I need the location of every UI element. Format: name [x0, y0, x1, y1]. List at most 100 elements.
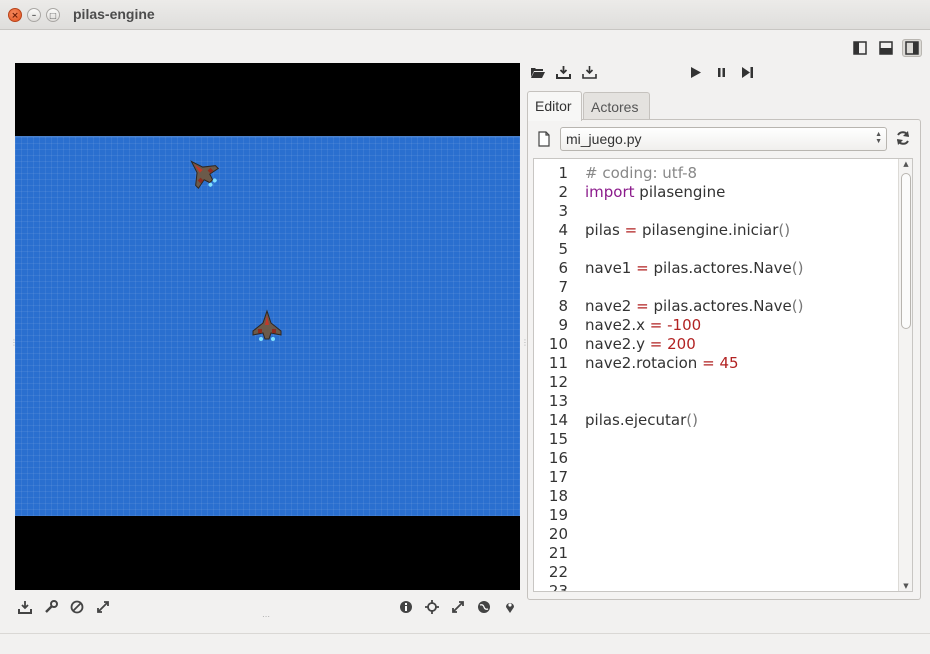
title-bar: × – □ pilas-engine: [0, 0, 930, 30]
code-token: 45: [719, 354, 739, 372]
tab-editor[interactable]: Editor: [527, 91, 582, 121]
globe-button[interactable]: [475, 598, 493, 616]
line-number: 7: [558, 278, 568, 296]
line-number: 8: [558, 297, 568, 315]
line-number-gutter: 1 2 3 4 5 6 7 8 9 10 11 12 13 14 15 16 17 18 19 20 21 22 23: [534, 159, 579, 591]
tab-actores[interactable]: Actores: [583, 92, 650, 119]
layout-left-panel-button[interactable]: [850, 39, 870, 57]
code-token: nave2: [585, 297, 637, 315]
code-token: (): [778, 221, 791, 239]
line-number: 19: [548, 506, 568, 524]
code-line[interactable]: nave2 = pilas.actores.Nave(): [585, 297, 804, 316]
save-as-button[interactable]: [579, 62, 599, 82]
line-number: 22: [548, 563, 568, 581]
location-pin-icon: [506, 603, 514, 613]
globe-icon: [478, 601, 490, 613]
code-line[interactable]: nave2.x = -100: [585, 316, 701, 335]
location-pin-button[interactable]: [501, 598, 519, 616]
pause-button[interactable]: [711, 62, 731, 82]
code-line[interactable]: pilas.ejecutar(): [585, 411, 698, 430]
file-select[interactable]: mi_juego.py ▲ ▼: [560, 127, 887, 151]
code-token: pilasengine.iniciar: [637, 221, 779, 239]
line-number: 15: [548, 430, 568, 448]
line-number: 3: [558, 202, 568, 220]
scrollbar-thumb[interactable]: [901, 173, 911, 329]
line-number: 14: [548, 411, 568, 429]
reload-icon[interactable]: [894, 129, 912, 147]
file-icon: [538, 131, 550, 147]
code-token: pilas.actores.Nave: [648, 259, 792, 277]
code-line[interactable]: import pilasengine: [585, 183, 725, 202]
file-select-value: mi_juego.py: [566, 131, 642, 147]
fullscreen-button[interactable]: [94, 598, 112, 616]
code-token: pilas.actores.Nave: [648, 297, 792, 315]
fullscreen-icon: [97, 601, 109, 613]
code-line[interactable]: pilas = pilasengine.iniciar(): [585, 221, 790, 240]
code-token: =: [636, 259, 649, 277]
minimize-window-button[interactable]: –: [27, 8, 41, 22]
line-number: 5: [558, 240, 568, 258]
line-number: 4: [558, 221, 568, 239]
code-token: (): [686, 411, 698, 429]
code-token: pilasengine: [634, 183, 726, 201]
splitter-grip[interactable]: ⋮: [10, 338, 18, 348]
close-window-button[interactable]: ×: [8, 8, 22, 22]
scroll-up-icon[interactable]: ▲: [899, 160, 912, 168]
layout-bottom-panel-icon: [879, 41, 893, 55]
code-token: =: [649, 335, 663, 353]
line-number: 9: [558, 316, 568, 334]
info-button[interactable]: [397, 598, 415, 616]
crosshair-button[interactable]: [423, 598, 441, 616]
disable-button[interactable]: [68, 598, 86, 616]
pause-icon: [717, 67, 725, 77]
line-number: 10: [548, 335, 568, 353]
line-number: 6: [558, 259, 568, 277]
code-token: nave2.rotacion: [585, 354, 703, 372]
code-line[interactable]: nave1 = pilas.actores.Nave(): [585, 259, 804, 278]
spaceship-icon[interactable]: [250, 309, 284, 343]
code-token: nave2.x: [585, 316, 650, 334]
expand-button[interactable]: [449, 598, 467, 616]
save-button[interactable]: [553, 62, 573, 82]
code-token: nave2.y: [585, 335, 650, 353]
wrench-button[interactable]: [42, 598, 60, 616]
open-folder-button[interactable]: [527, 62, 547, 82]
game-canvas[interactable]: [15, 63, 520, 590]
code-line[interactable]: nave2.y = 200: [585, 335, 696, 354]
layout-toggle-group: [850, 39, 922, 57]
code-token: =: [702, 354, 715, 372]
code-token: pilas: [585, 221, 625, 239]
code-editor[interactable]: 1 2 3 4 5 6 7 8 9 10 11 12 13 14 15 16 17 18 19 20 21 22 23 # …: [533, 158, 913, 592]
splitter-grip[interactable]: ⋮: [521, 338, 529, 348]
maximize-window-button[interactable]: □: [46, 8, 60, 22]
expand-icon: [452, 601, 464, 613]
code-token: 200: [667, 335, 696, 353]
code-token: =: [624, 221, 638, 239]
editor-scrollbar[interactable]: ▲ ▼: [898, 159, 912, 591]
combo-arrows-icon: ▲ ▼: [875, 131, 882, 145]
splitter-grip[interactable]: ⋯: [262, 612, 272, 621]
layout-bottom-panel-button[interactable]: [876, 39, 896, 57]
play-button[interactable]: [685, 62, 705, 82]
code-token: # coding: utf-8: [585, 164, 698, 182]
line-number: 12: [548, 373, 568, 391]
layout-right-panel-icon: [905, 41, 919, 55]
code-token: nave1: [585, 259, 637, 277]
layout-left-panel-icon: [853, 41, 867, 55]
code-token: =: [636, 297, 649, 315]
line-number: 11: [548, 354, 568, 372]
save-canvas-button[interactable]: [16, 598, 34, 616]
scroll-down-icon[interactable]: ▼: [899, 582, 912, 590]
layout-right-panel-button[interactable]: [902, 39, 922, 57]
code-line[interactable]: nave2.rotacion = 45: [585, 354, 739, 373]
line-number: 17: [548, 468, 568, 486]
line-number: 23: [548, 582, 568, 592]
code-line[interactable]: # coding: utf-8: [585, 164, 697, 183]
step-forward-button[interactable]: [737, 62, 757, 82]
code-token: import: [585, 183, 635, 201]
code-token: (): [791, 297, 804, 315]
line-number: 21: [548, 544, 568, 562]
info-icon: [400, 601, 412, 613]
status-bar: [0, 633, 930, 654]
line-number: 16: [548, 449, 568, 467]
